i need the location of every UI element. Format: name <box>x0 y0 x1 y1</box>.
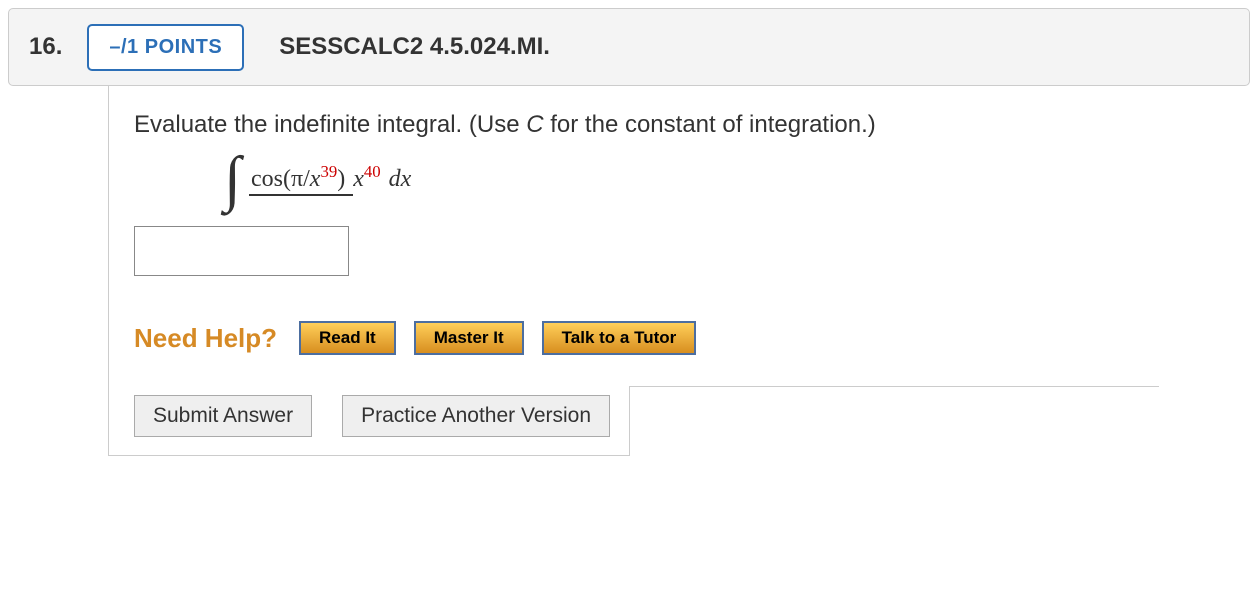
arg-exponent: 39 <box>320 162 337 181</box>
prompt-suffix: for the constant of integration.) <box>544 111 876 138</box>
integral-sign-icon: ∫ <box>224 161 241 198</box>
question-prompt: Evaluate the indefinite integral. (Use C… <box>134 111 1133 139</box>
question-header: 16. –/1 POINTS SESSCALC2 4.5.024.MI. <box>8 8 1250 86</box>
den-exponent: 40 <box>364 162 381 181</box>
dx: dx <box>389 166 412 193</box>
integral-formula: ∫ cos(π/x39) x40 dx <box>224 161 1133 198</box>
answer-input[interactable] <box>134 226 349 276</box>
points-badge[interactable]: –/1 POINTS <box>87 24 244 71</box>
numerator: cos(π/x39) <box>249 166 353 196</box>
question-number: 16. <box>29 33 62 61</box>
tab-shelf <box>629 386 1159 456</box>
prompt-prefix: Evaluate the indefinite integral. (Use <box>134 111 526 138</box>
submit-answer-button[interactable]: Submit Answer <box>134 395 312 437</box>
denominator: x40 <box>353 164 380 192</box>
need-help-label: Need Help? <box>134 323 277 354</box>
master-it-button[interactable]: Master It <box>414 321 524 355</box>
question-body: Evaluate the indefinite integral. (Use C… <box>108 86 1158 456</box>
question-id: SESSCALC2 4.5.024.MI. <box>279 33 550 61</box>
need-help-row: Need Help? Read It Master It Talk to a T… <box>134 321 1133 355</box>
read-it-button[interactable]: Read It <box>299 321 396 355</box>
fraction: cos(π/x39) x40 <box>249 166 381 193</box>
talk-to-tutor-button[interactable]: Talk to a Tutor <box>542 321 697 355</box>
den-base: x <box>353 166 364 192</box>
arg-base: x <box>310 166 321 192</box>
practice-another-button[interactable]: Practice Another Version <box>342 395 610 437</box>
prompt-constant-var: C <box>526 111 543 138</box>
func-cos: cos <box>251 166 283 192</box>
pi-over: π/ <box>291 166 310 192</box>
